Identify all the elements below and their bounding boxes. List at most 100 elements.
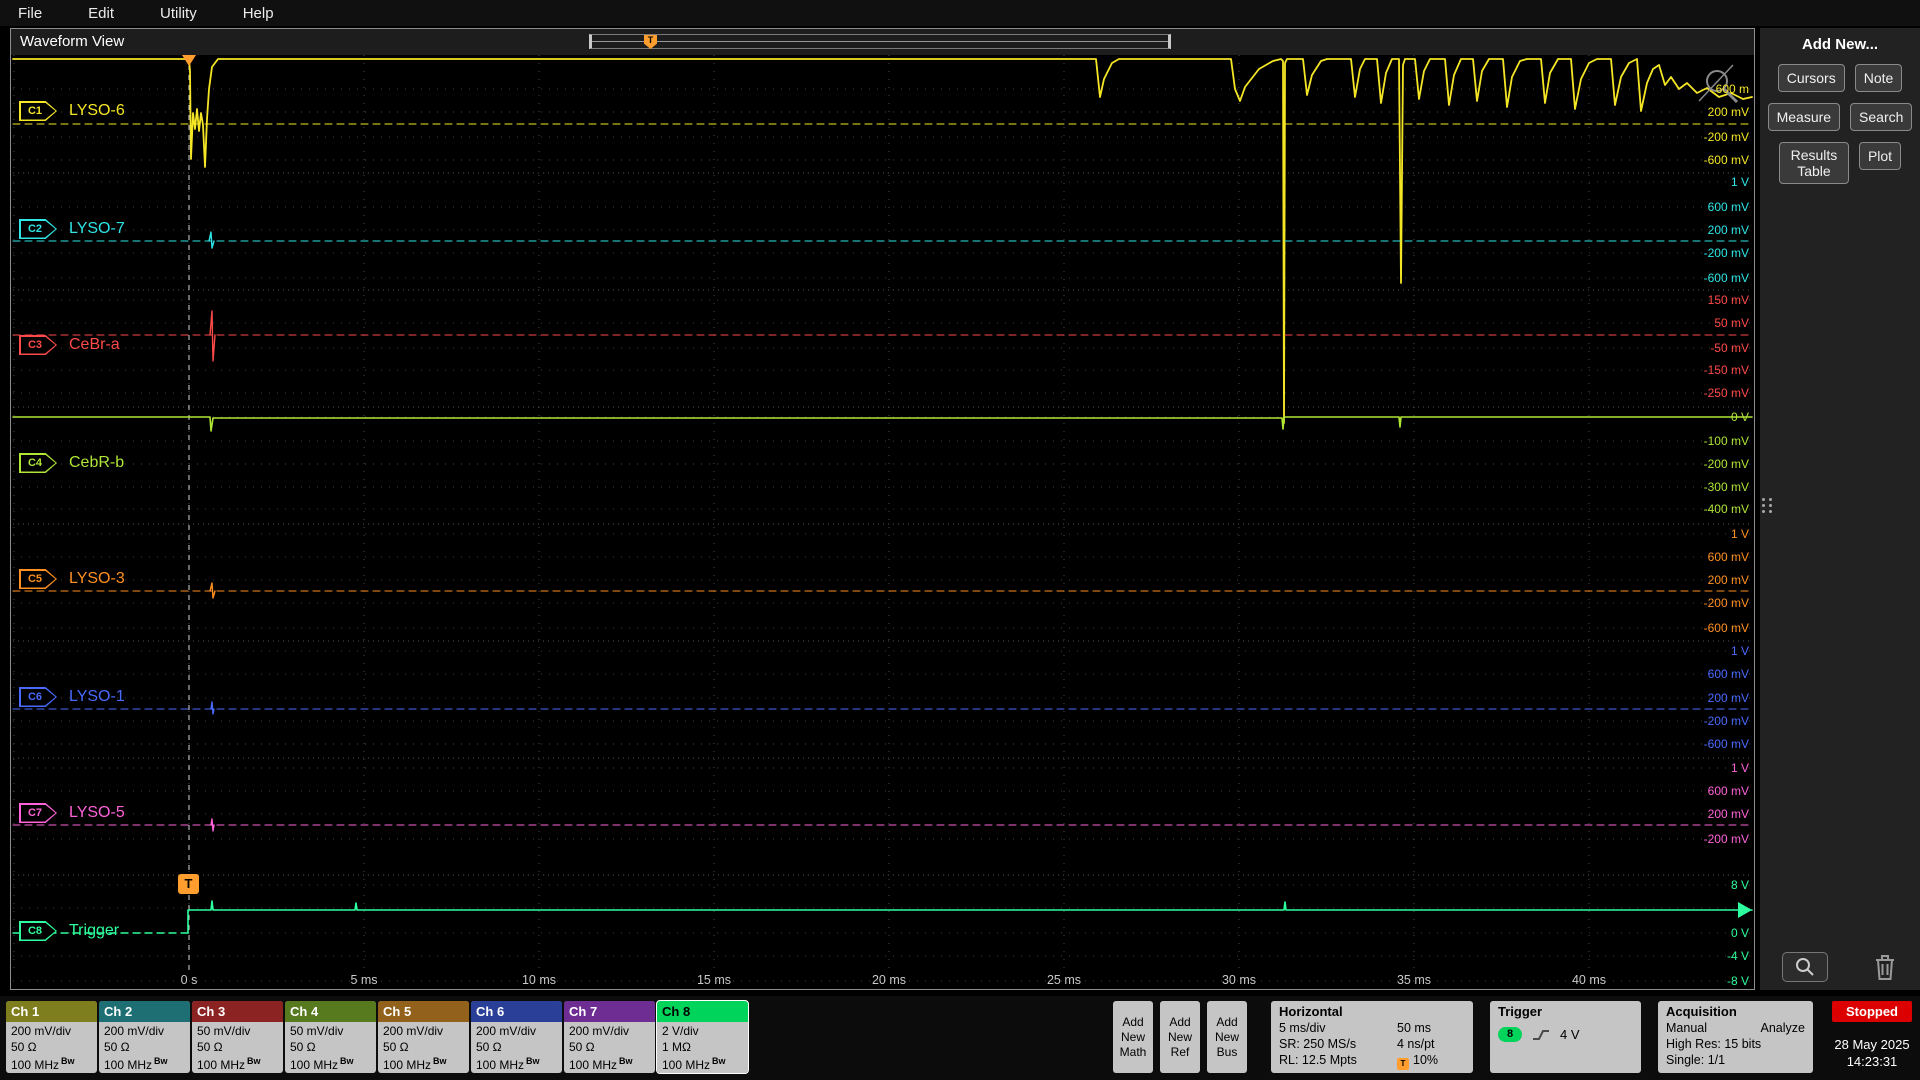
- time-axis-label: 35 ms: [1396, 973, 1432, 987]
- add-new-math-button[interactable]: Add New Math: [1113, 1001, 1153, 1073]
- acquisition-detail: High Res: 15 bits: [1666, 1037, 1762, 1051]
- channel-settings-badge-8[interactable]: Ch 82 V/div 1 MΩ 100 MHz Bw: [656, 1000, 749, 1074]
- scale-label-C5: -600 mV: [1703, 621, 1749, 635]
- scale-label-C2: 600 mV: [1707, 200, 1749, 214]
- channel-tag-C5[interactable]: C5 LYSO-3: [19, 568, 125, 590]
- channel-impedance: 50 Ω: [290, 1039, 316, 1054]
- status-date: 28 May 2025: [1834, 1037, 1910, 1052]
- channel-badge-C4[interactable]: C4: [19, 453, 57, 473]
- channel-badge-C8[interactable]: C8: [19, 921, 57, 941]
- trace-C8: [187, 900, 1753, 934]
- channel-settings-badge-5[interactable]: Ch 5 200 mV/div 50 Ω 100 MHz Bw: [378, 1001, 469, 1073]
- channel-tag-C3[interactable]: C3 CeBr-a: [19, 334, 120, 356]
- horizontal-position-bar[interactable]: T: [589, 34, 1171, 49]
- channel-badge-label: C3: [20, 336, 56, 354]
- channel-settings-header: Ch 5: [378, 1001, 469, 1022]
- channel-tag-C1[interactable]: C1 LYSO-6: [19, 100, 125, 122]
- channel-impedance: 1 MΩ: [662, 1039, 691, 1054]
- channel-impedance: 50 Ω: [383, 1039, 409, 1054]
- channel-badge-C1[interactable]: C1: [19, 101, 57, 121]
- channel-tag-C2[interactable]: C2 LYSO-7: [19, 218, 125, 240]
- trigger-panel[interactable]: Trigger 8 4 V: [1490, 1001, 1641, 1073]
- trace-C2: [208, 231, 215, 249]
- trigger-level-arrow[interactable]: [1738, 902, 1752, 918]
- channel-impedance: 50 Ω: [11, 1039, 37, 1054]
- results-table-button[interactable]: Results Table: [1778, 142, 1849, 185]
- trigger-position-flag[interactable]: T: [644, 35, 657, 49]
- channel-bandwidth: 100 MHz Bw: [383, 1055, 447, 1072]
- plot-button[interactable]: Plot: [1858, 142, 1902, 170]
- acquisition-title: Acquisition: [1666, 1004, 1737, 1019]
- scale-label-C2: -200 mV: [1703, 246, 1749, 260]
- add-new-ref-button[interactable]: Add New Ref: [1160, 1001, 1200, 1073]
- acquisition-panel[interactable]: Acquisition Manual Analyze High Res: 15 …: [1658, 1001, 1813, 1073]
- zoom-mode-button[interactable]: [1782, 952, 1828, 982]
- bandwidth-badge: Bw: [526, 1055, 540, 1066]
- horizontal-scale: 5 ms/div: [1279, 1021, 1326, 1035]
- channel-settings-body: 200 mV/div 50 Ω 100 MHz Bw: [6, 1022, 97, 1073]
- channel-settings-body: 200 mV/div 50 Ω 100 MHz Bw: [99, 1022, 190, 1073]
- acquisition-analyze: Analyze: [1760, 1021, 1805, 1035]
- waveform-view-window: Waveform View T T 600 m 200 mV -200 mV -600…: [10, 28, 1755, 990]
- bandwidth-badge: Bw: [619, 1055, 633, 1066]
- menu-edit[interactable]: Edit: [88, 5, 114, 22]
- scale-label-C4: -200 mV: [1703, 457, 1749, 471]
- menu-utility[interactable]: Utility: [160, 5, 197, 22]
- trigger-position-marker[interactable]: [182, 55, 196, 66]
- channel-badge-C2[interactable]: C2: [19, 219, 57, 239]
- channel-settings-badge-1[interactable]: Ch 1 200 mV/div 50 Ω 100 MHz Bw: [6, 1001, 97, 1073]
- scale-label-C7: 600 mV: [1707, 784, 1749, 798]
- trace-C7: [210, 818, 215, 832]
- channel-settings-badge-4[interactable]: Ch 4 50 mV/div 50 Ω 100 MHz Bw: [285, 1001, 376, 1073]
- channel-badge-C6[interactable]: C6: [19, 687, 57, 707]
- channel-tag-C6[interactable]: C6 LYSO-1: [19, 686, 125, 708]
- channel-settings-header: Ch 8: [657, 1001, 748, 1022]
- channel-tag-C7[interactable]: C7 LYSO-5: [19, 802, 125, 824]
- channel-scale: 50 mV/div: [197, 1024, 251, 1038]
- horizontal-position-value: 10%: [1413, 1053, 1439, 1067]
- channel-badge-C5[interactable]: C5: [19, 569, 57, 589]
- channel-settings-badge-3[interactable]: Ch 3 50 mV/div 50 Ω 100 MHz Bw: [192, 1001, 283, 1073]
- channel-settings-badge-2[interactable]: Ch 2 200 mV/div 50 Ω 100 MHz Bw: [99, 1001, 190, 1073]
- channel-badge-C7[interactable]: C7: [19, 803, 57, 823]
- magnifier-icon: [1796, 958, 1814, 976]
- scale-label-C1: 200 mV: [1707, 105, 1749, 119]
- add-new-panel: Add New... Cursors Note Measure Search R…: [1760, 28, 1920, 990]
- scale-label-C1: -600 mV: [1703, 153, 1749, 167]
- bandwidth-badge: Bw: [61, 1055, 75, 1066]
- trace-C5: [209, 582, 216, 599]
- bandwidth-badge: Bw: [433, 1055, 447, 1066]
- acquisition-status-badge: Stopped: [1832, 1001, 1912, 1022]
- trash-icon[interactable]: [1872, 952, 1898, 982]
- trigger-title: Trigger: [1498, 1004, 1543, 1019]
- channel-tag-C4[interactable]: C4 CebR-b: [19, 452, 124, 474]
- search-button[interactable]: Search: [1850, 103, 1913, 131]
- measure-button[interactable]: Measure: [1767, 103, 1841, 131]
- trigger-source-badge: 8: [1498, 1027, 1522, 1042]
- scale-label-C8: 8 V: [1730, 878, 1749, 892]
- channel-badge-C3[interactable]: C3: [19, 335, 57, 355]
- channel-settings-body: 200 mV/div 50 Ω 100 MHz Bw: [378, 1022, 469, 1073]
- bandwidth-badge: Bw: [247, 1055, 261, 1066]
- sample-resolution: 4 ns/pt: [1397, 1037, 1435, 1051]
- scale-label-C2: -600 mV: [1703, 271, 1749, 285]
- scale-label-C7: -200 mV: [1703, 832, 1749, 846]
- scale-label-C8: 0 V: [1730, 926, 1749, 940]
- horizontal-panel[interactable]: Horizontal 5 ms/div 50 ms SR: 250 MS/s 4…: [1271, 1001, 1473, 1073]
- trigger-indicator-badge[interactable]: T: [178, 874, 199, 894]
- channel-name-C7: LYSO-5: [69, 804, 125, 821]
- menu-file[interactable]: File: [18, 5, 42, 22]
- channel-settings-body: 2 V/div 1 MΩ 100 MHz Bw: [657, 1022, 748, 1073]
- channel-settings-header: Ch 3: [192, 1001, 283, 1022]
- channel-settings-badge-6[interactable]: Ch 6 200 mV/div 50 Ω 100 MHz Bw: [471, 1001, 562, 1073]
- cursors-button[interactable]: Cursors: [1777, 64, 1845, 92]
- channel-settings-badge-7[interactable]: Ch 7 200 mV/div 50 Ω 100 MHz Bw: [564, 1001, 655, 1073]
- panel-splitter-handle[interactable]: [1762, 498, 1773, 513]
- scale-label-C4: -100 mV: [1703, 434, 1749, 448]
- add-new-bus-button[interactable]: Add New Bus: [1207, 1001, 1247, 1073]
- channel-tag-C8[interactable]: C8 Trigger: [19, 920, 119, 942]
- menu-help[interactable]: Help: [243, 5, 274, 22]
- channel-settings-body: 50 mV/div 50 Ω 100 MHz Bw: [285, 1022, 376, 1073]
- scale-label-C4: 0 V: [1730, 410, 1749, 424]
- note-button[interactable]: Note: [1854, 64, 1903, 92]
